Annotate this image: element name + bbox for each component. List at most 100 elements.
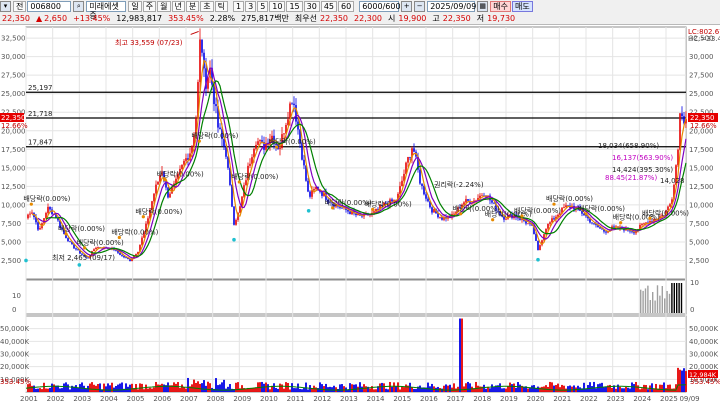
time-tick: 2009 <box>233 395 251 403</box>
candle-body <box>147 218 149 224</box>
time-tick: 2003 <box>73 395 91 403</box>
time-tick: 2018 <box>473 395 491 403</box>
volume-bar <box>401 386 403 392</box>
candle-body <box>505 218 507 220</box>
dividend-annotation: 배당락(0.00%) <box>642 208 689 217</box>
volume-bar <box>391 386 393 392</box>
volume-bar <box>229 384 231 392</box>
volume-bar <box>617 384 619 392</box>
price-tick-right: 5,000 <box>689 238 709 246</box>
candle-body <box>219 127 221 130</box>
candle-body <box>201 39 203 53</box>
volume-bar <box>399 389 401 392</box>
volume-bar <box>405 384 407 392</box>
volume-bar <box>447 385 449 392</box>
volume-bar <box>293 388 295 392</box>
volume-bar <box>515 387 517 392</box>
volume-bar <box>485 388 487 392</box>
volume-bar <box>513 383 515 392</box>
candle-body <box>551 218 553 223</box>
volume-bar <box>681 370 683 392</box>
price-tick-left: 30,000 <box>1 53 26 61</box>
dividend-annotation: 배당락(0.00%) <box>365 199 412 208</box>
current-price-left: 22,350 <box>1 114 26 122</box>
volume-bar <box>477 385 479 392</box>
price-tick-left: 17,500 <box>1 146 26 154</box>
volume-bar <box>621 388 623 392</box>
volume-bar <box>641 388 643 392</box>
volume-bar <box>359 382 361 392</box>
candle-body <box>295 105 297 122</box>
volume-bar <box>571 386 573 392</box>
volume-bar <box>389 381 391 392</box>
price-tick-right: 25,000 <box>689 90 714 98</box>
volume-bar <box>387 389 389 392</box>
event-marker <box>275 145 279 149</box>
volume-bar <box>415 389 417 392</box>
volume-bar <box>555 384 557 392</box>
candle-body <box>249 163 251 166</box>
volume-bar <box>563 385 565 392</box>
candle-body <box>431 207 433 213</box>
volume-bar <box>467 381 469 392</box>
volume-bar <box>105 386 107 392</box>
volume-bar <box>625 386 627 392</box>
candle-body <box>547 223 549 229</box>
volume-bar <box>339 384 341 392</box>
volume-bar <box>179 388 181 392</box>
volume-bar <box>121 382 123 392</box>
volume-bar <box>119 383 121 392</box>
candle-body <box>235 219 237 225</box>
event-marker <box>371 207 375 211</box>
dividend-annotation: 배당락(0.00%) <box>157 170 204 179</box>
low-marker <box>306 209 311 213</box>
rights-annotation: 권리락(-2.24%) <box>434 180 484 189</box>
dividend-annotation: 배당락(0.00%) <box>514 206 561 215</box>
dividend-annotation: 배당락(0.00%) <box>135 207 182 216</box>
candle-body <box>157 181 159 185</box>
volume-bar <box>427 382 429 392</box>
volume-bar <box>199 383 201 392</box>
candle-body <box>527 223 529 225</box>
volume-bar <box>297 383 299 392</box>
volume-bar <box>245 389 247 392</box>
event-marker <box>29 202 33 206</box>
volume-bar <box>97 384 99 392</box>
volume-bar <box>275 387 277 392</box>
candle-body <box>45 212 47 219</box>
high-pointer <box>190 30 199 35</box>
support-line-label: 21,718 <box>28 110 53 118</box>
time-tick: 2022 <box>580 395 598 403</box>
candle-body <box>233 206 235 225</box>
dividend-annotation: 배당락(0.00%) <box>58 224 105 233</box>
indicator-bar <box>661 286 663 313</box>
volume-bar <box>369 388 371 392</box>
candle-body <box>279 147 281 150</box>
candle-body <box>409 156 411 158</box>
volume-bar <box>637 385 639 392</box>
candle-body <box>401 180 403 187</box>
volume-bar <box>351 384 353 392</box>
volume-bar <box>185 388 187 392</box>
volume-bar <box>301 389 303 392</box>
candle-body <box>591 222 593 224</box>
volume-bar <box>217 385 219 392</box>
indicator-bar <box>673 283 675 313</box>
indicator-bar <box>652 292 654 313</box>
time-tick: 2015 <box>393 395 411 403</box>
volume-bar <box>567 386 569 392</box>
volume-bar <box>639 389 641 392</box>
volume-bar <box>443 385 445 392</box>
candle-body <box>257 141 259 145</box>
candle-body <box>427 198 429 202</box>
time-tick: 2024 <box>633 395 651 403</box>
volume-bar <box>329 386 331 392</box>
volume-bar <box>627 387 629 392</box>
volume-bar <box>341 384 343 392</box>
volume-bar <box>147 388 149 392</box>
indicator-bar <box>678 283 680 313</box>
stock-chart[interactable]: 32,50030,00027,50025,00022,50020,00017,5… <box>0 0 720 404</box>
volume-tick-right: 50,000K <box>689 325 718 333</box>
volume-tick-right: 40,000K <box>689 338 718 346</box>
volume-bar <box>285 382 287 392</box>
